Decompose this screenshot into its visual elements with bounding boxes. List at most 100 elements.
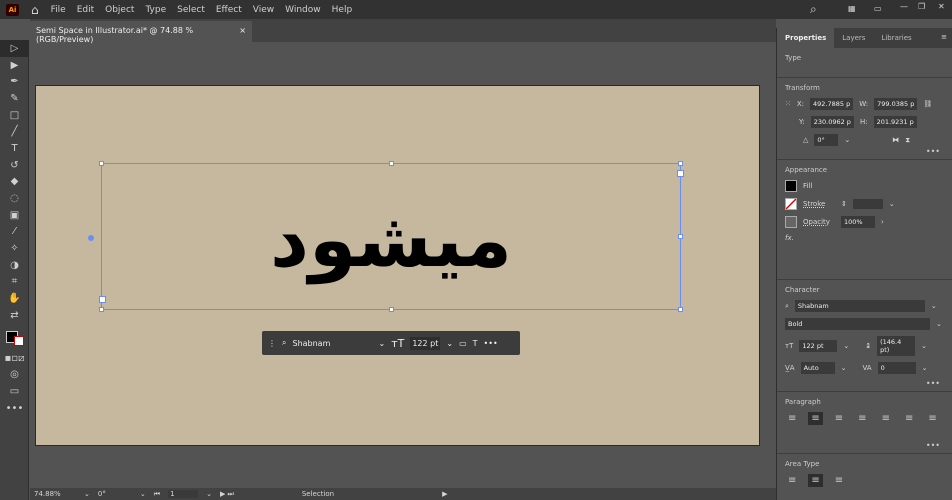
rotation-dropdown-icon[interactable]: ⌄ <box>140 490 146 498</box>
font-size-field[interactable]: 122 pt <box>410 336 441 350</box>
stroke-dropdown-icon[interactable]: ⌄ <box>889 200 895 208</box>
artboard-dropdown-icon[interactable]: ⌄ <box>206 490 212 498</box>
opacity-label[interactable]: Opacity <box>803 218 835 226</box>
close-window-icon[interactable]: ✕ <box>938 2 945 11</box>
zoom-dropdown-icon[interactable]: ⌄ <box>84 490 90 498</box>
restore-icon[interactable]: ❐ <box>918 2 925 11</box>
align-left-icon[interactable]: ≡ <box>785 412 799 425</box>
tab-libraries[interactable]: Libraries <box>873 28 919 48</box>
menu-object[interactable]: Object <box>105 5 134 15</box>
font-size-dropdown-icon[interactable]: ⌄ <box>843 342 849 350</box>
font-family-dropdown-icon[interactable]: ⌄ <box>931 302 937 310</box>
lasso-tool-icon[interactable]: ◌ <box>0 190 29 207</box>
workspace-icon[interactable]: ▭ <box>874 4 882 13</box>
rotate-tool-icon[interactable]: ↺ <box>0 157 29 174</box>
direct-selection-tool-icon[interactable]: ▶ <box>0 57 29 74</box>
rotate-field[interactable]: 0° <box>814 134 839 146</box>
rotation-field[interactable]: 0° <box>98 490 132 498</box>
eyedropper-tool-icon[interactable]: ⁄ <box>0 224 29 241</box>
color-mode-icon[interactable]: ▪▫⧄ <box>0 350 29 367</box>
menu-view[interactable]: View <box>253 5 274 15</box>
blend-tool-icon[interactable]: ✧ <box>0 240 29 257</box>
paragraph-more-icon[interactable]: ••• <box>926 441 940 450</box>
resize-handle[interactable] <box>99 307 104 312</box>
fill-stroke-swatch-icon[interactable] <box>0 324 29 350</box>
justify-center-icon[interactable]: ≡ <box>879 412 893 425</box>
resize-handle[interactable] <box>678 307 683 312</box>
screen-mode-icon[interactable]: ▭ <box>0 383 29 400</box>
font-family-field[interactable]: Shabnam <box>794 300 925 312</box>
first-artboard-icon[interactable]: ⏮ <box>154 490 160 499</box>
type-tool-icon[interactable]: T <box>0 140 29 157</box>
leading-field[interactable]: (146.4 pt) <box>877 336 916 356</box>
menu-file[interactable]: File <box>51 5 66 15</box>
zoom-field[interactable]: 74.88% <box>34 490 76 498</box>
status-menu-icon[interactable]: ▶ <box>442 490 447 498</box>
out-port[interactable] <box>677 170 684 177</box>
in-port[interactable] <box>99 296 106 303</box>
opacity-arrow-icon[interactable]: › <box>881 218 884 226</box>
stroke-swatch[interactable] <box>785 198 797 210</box>
constrain-proportions-icon[interactable]: ⛓ <box>923 100 932 108</box>
tracking-dropdown-icon[interactable]: ⌄ <box>922 364 928 372</box>
rotate-dropdown-icon[interactable]: ⌄ <box>844 136 850 144</box>
swap-colors-icon[interactable]: ⇄ <box>0 307 29 324</box>
fill-label[interactable]: Fill <box>803 182 812 190</box>
shape-builder-tool-icon[interactable]: ◑ <box>0 257 29 274</box>
resize-handle[interactable] <box>389 161 394 166</box>
more-options-icon[interactable]: ••• <box>484 339 498 348</box>
leading-dropdown-icon[interactable]: ⌄ <box>921 342 927 350</box>
menu-window[interactable]: Window <box>285 5 321 15</box>
align-bottom-icon[interactable]: ≡ <box>832 474 846 487</box>
gradient-tool-icon[interactable]: ▣ <box>0 207 29 224</box>
justify-right-icon[interactable]: ≡ <box>902 412 916 425</box>
h-field[interactable]: 201.9231 p <box>873 116 917 128</box>
font-size-field[interactable]: 122 pt <box>799 340 838 352</box>
shaper-handle[interactable] <box>88 235 94 241</box>
tab-properties[interactable]: Properties <box>777 28 835 48</box>
arrange-documents-icon[interactable]: ▦ <box>848 4 856 13</box>
next-artboard-icon[interactable]: ▶ ⏭ <box>220 490 234 499</box>
align-right-icon[interactable]: ≡ <box>832 412 846 425</box>
pen-tool-icon[interactable]: ✒ <box>0 73 29 90</box>
x-field[interactable]: 492.7885 p <box>810 98 854 110</box>
opacity-field[interactable]: 100% <box>841 216 875 228</box>
drag-handle-icon[interactable]: ⋮ <box>268 339 276 348</box>
flip-horizontal-icon[interactable]: ⧓ <box>892 136 899 144</box>
close-tab-icon[interactable]: × <box>239 26 246 37</box>
resize-handle[interactable] <box>678 161 683 166</box>
canvas-text[interactable]: میشود <box>101 190 681 290</box>
menu-select[interactable]: Select <box>177 5 205 15</box>
font-style-field[interactable]: Bold <box>785 318 930 330</box>
draw-mode-icon[interactable]: ◎ <box>0 366 29 383</box>
home-icon[interactable]: ⌂ <box>31 3 39 17</box>
menu-effect[interactable]: Effect <box>216 5 242 15</box>
w-field[interactable]: 799.0385 p <box>874 98 918 110</box>
tracking-field[interactable]: 0 <box>877 362 916 374</box>
type-options-icon[interactable]: T <box>473 339 478 348</box>
paintbrush-tool-icon[interactable]: ╱ <box>0 123 29 140</box>
size-dropdown-icon[interactable]: ⌄ <box>446 339 453 348</box>
character-more-icon[interactable]: ••• <box>926 379 940 388</box>
font-field[interactable]: Shabnam <box>292 339 372 348</box>
artboard-tool-icon[interactable]: ⌗ <box>0 274 29 291</box>
menu-help[interactable]: Help <box>332 5 353 15</box>
font-dropdown-icon[interactable]: ⌄ <box>378 339 385 348</box>
eraser-tool-icon[interactable]: ◆ <box>0 174 29 191</box>
transform-more-icon[interactable]: ••• <box>926 147 940 156</box>
align-top-icon[interactable]: ≡ <box>785 474 799 487</box>
selection-tool-icon[interactable]: ▷ <box>0 40 29 57</box>
paragraph-icon[interactable]: ▭ <box>459 339 467 348</box>
resize-handle[interactable] <box>389 307 394 312</box>
resize-handle[interactable] <box>99 161 104 166</box>
fx-icon[interactable]: fx. <box>785 234 794 242</box>
search-icon[interactable]: ⌕ <box>810 2 817 17</box>
minimize-icon[interactable]: — <box>900 2 908 11</box>
menu-edit[interactable]: Edit <box>77 5 94 15</box>
stroke-weight-field[interactable] <box>852 199 883 209</box>
stroke-label[interactable]: Stroke <box>803 200 835 208</box>
font-style-dropdown-icon[interactable]: ⌄ <box>936 320 942 328</box>
artboard-number-field[interactable]: 1 <box>168 490 199 498</box>
align-center-icon[interactable]: ≡ <box>808 412 823 425</box>
kerning-dropdown-icon[interactable]: ⌄ <box>841 364 847 372</box>
